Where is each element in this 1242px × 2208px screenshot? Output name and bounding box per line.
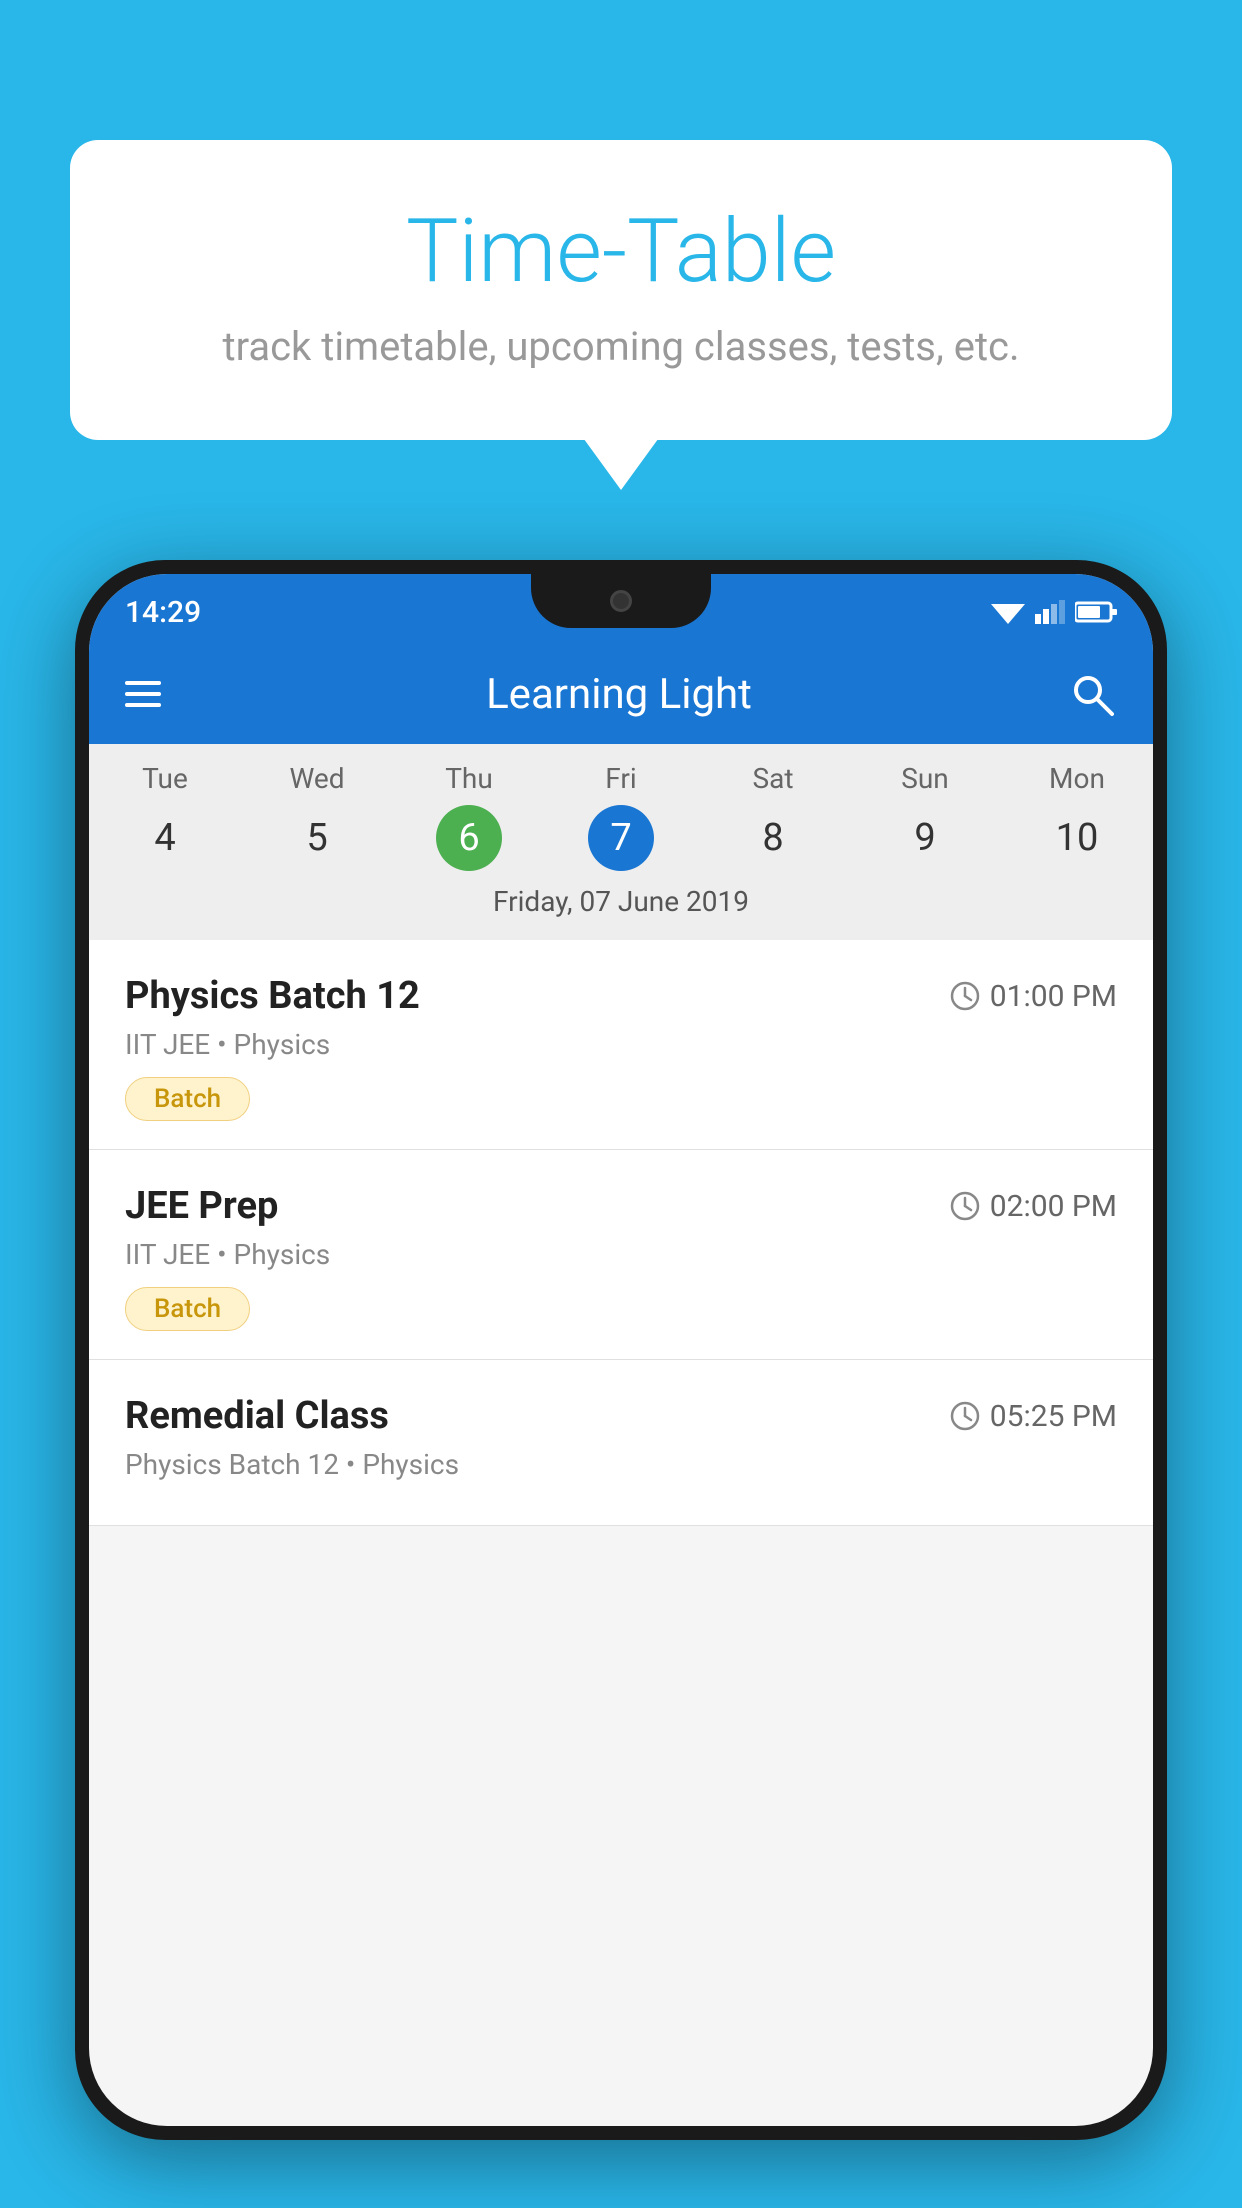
battery-icon: [1075, 600, 1117, 624]
status-time: 14:29: [125, 595, 201, 630]
day-label-sat[interactable]: Sat: [697, 762, 849, 795]
speech-bubble-title: Time-Table: [150, 200, 1092, 303]
hamburger-line-3: [125, 703, 161, 707]
schedule-item-2-sub: IIT JEE • Physics: [125, 1238, 1117, 1271]
phone-container: 14:29: [75, 560, 1167, 2208]
day-7-selected[interactable]: 7: [588, 805, 654, 871]
selected-date-label: Friday, 07 June 2019: [89, 885, 1153, 930]
day-label-mon[interactable]: Mon: [1001, 762, 1153, 795]
schedule-item-1-header: Physics Batch 12 01:00 PM: [125, 974, 1117, 1018]
schedule-item-3[interactable]: Remedial Class 05:25 PM Physics Batch 12…: [89, 1360, 1153, 1526]
clock-icon-1: [950, 981, 980, 1011]
day-label-thu[interactable]: Thu: [393, 762, 545, 795]
schedule-item-3-time: 05:25 PM: [950, 1399, 1117, 1434]
day-5[interactable]: 5: [241, 805, 393, 871]
batch-tag-1: Batch: [125, 1077, 250, 1121]
days-numbers: 4 5 6 7 8 9 10: [89, 805, 1153, 871]
day-4[interactable]: 4: [89, 805, 241, 871]
schedule-item-2-header: JEE Prep 02:00 PM: [125, 1184, 1117, 1228]
clock-icon-2: [950, 1191, 980, 1221]
schedule-item-2-title: JEE Prep: [125, 1184, 278, 1228]
schedule-list: Physics Batch 12 01:00 PM IIT JEE • Phys…: [89, 940, 1153, 1526]
schedule-item-1-title: Physics Batch 12: [125, 974, 420, 1018]
day-label-sun[interactable]: Sun: [849, 762, 1001, 795]
speech-bubble-subtitle: track timetable, upcoming classes, tests…: [150, 323, 1092, 370]
status-icons: [991, 600, 1117, 624]
days-header: Tue Wed Thu Fri Sat Sun Mon: [89, 762, 1153, 795]
day-10[interactable]: 10: [1001, 805, 1153, 871]
hamburger-line-2: [125, 692, 161, 696]
schedule-item-3-header: Remedial Class 05:25 PM: [125, 1394, 1117, 1438]
app-title: Learning Light: [203, 670, 1035, 719]
schedule-item-3-title: Remedial Class: [125, 1394, 389, 1438]
day-label-tue[interactable]: Tue: [89, 762, 241, 795]
clock-icon-3: [950, 1401, 980, 1431]
day-8[interactable]: 8: [697, 805, 849, 871]
day-6-today[interactable]: 6: [436, 805, 502, 871]
phone-inner: 14:29: [89, 574, 1153, 2126]
search-button[interactable]: [1067, 669, 1117, 719]
day-label-wed[interactable]: Wed: [241, 762, 393, 795]
schedule-item-1-time: 01:00 PM: [950, 979, 1117, 1014]
speech-bubble-area: Time-Table track timetable, upcoming cla…: [70, 140, 1172, 440]
schedule-item-3-sub: Physics Batch 12 • Physics: [125, 1448, 1117, 1481]
schedule-item-2[interactable]: JEE Prep 02:00 PM IIT JEE • Physics Batc…: [89, 1150, 1153, 1360]
camera: [610, 590, 632, 612]
calendar-strip: Tue Wed Thu Fri Sat Sun Mon 4 5 6 7 8 9 …: [89, 744, 1153, 940]
speech-bubble: Time-Table track timetable, upcoming cla…: [70, 140, 1172, 440]
day-9[interactable]: 9: [849, 805, 1001, 871]
phone-frame: 14:29: [75, 560, 1167, 2140]
schedule-item-1-sub: IIT JEE • Physics: [125, 1028, 1117, 1061]
day-label-fri[interactable]: Fri: [545, 762, 697, 795]
hamburger-line-1: [125, 681, 161, 685]
schedule-item-1[interactable]: Physics Batch 12 01:00 PM IIT JEE • Phys…: [89, 940, 1153, 1150]
batch-tag-2: Batch: [125, 1287, 250, 1331]
schedule-item-2-time: 02:00 PM: [950, 1189, 1117, 1224]
notch: [531, 574, 711, 628]
wifi-icon: [991, 600, 1025, 624]
app-bar: Learning Light: [89, 644, 1153, 744]
hamburger-icon[interactable]: [125, 681, 161, 707]
search-icon: [1070, 672, 1114, 716]
signal-icon: [1035, 600, 1065, 624]
